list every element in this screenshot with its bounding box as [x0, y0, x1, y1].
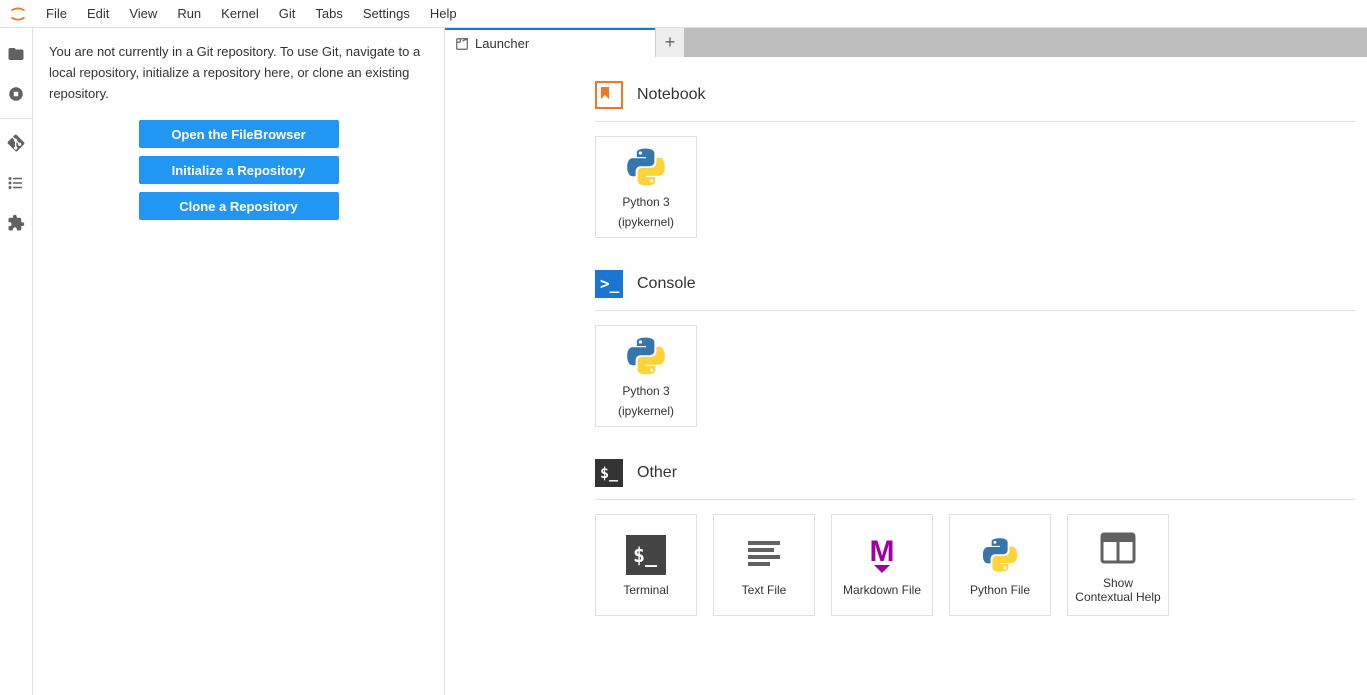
menu-tabs[interactable]: Tabs	[305, 2, 352, 25]
card-label: Text File	[742, 583, 787, 597]
python-icon	[978, 533, 1022, 577]
card-label: Python File	[970, 583, 1030, 597]
menubar: File Edit View Run Kernel Git Tabs Setti…	[0, 0, 1367, 28]
svg-text:>_: >_	[600, 274, 620, 293]
menu-run[interactable]: Run	[167, 2, 211, 25]
folder-icon[interactable]	[0, 34, 33, 74]
tab-bar: Launcher +	[445, 28, 1367, 57]
activity-separator	[0, 118, 33, 119]
git-icon[interactable]	[0, 123, 33, 163]
tab-launcher-label: Launcher	[475, 36, 529, 51]
section-other: $_ Other $_ Terminal	[595, 459, 1367, 616]
svg-text:$_: $_	[633, 543, 658, 567]
other-card-pythonfile[interactable]: Python File	[949, 514, 1051, 616]
menu-git[interactable]: Git	[269, 2, 306, 25]
other-section-title: Other	[637, 464, 677, 482]
console-section-icon: >_	[595, 270, 623, 298]
extensions-icon[interactable]	[0, 203, 33, 243]
init-repo-button[interactable]: Initialize a Repository	[139, 156, 339, 184]
tab-launcher[interactable]: Launcher	[445, 28, 655, 57]
card-sublabel: (ipykernel)	[618, 404, 674, 418]
menu-view[interactable]: View	[119, 2, 167, 25]
divider	[595, 121, 1355, 122]
notebook-card-python3[interactable]: Python 3 (ipykernel)	[595, 136, 697, 238]
launcher-tab-icon	[455, 37, 469, 51]
card-label: Python 3	[622, 195, 669, 209]
other-card-textfile[interactable]: Text File	[713, 514, 815, 616]
python-icon	[624, 334, 668, 378]
menu-help[interactable]: Help	[420, 2, 467, 25]
toc-icon[interactable]	[0, 163, 33, 203]
svg-text:M: M	[870, 535, 895, 568]
card-label: Show Contextual Help	[1074, 576, 1162, 605]
clone-repo-button[interactable]: Clone a Repository	[139, 192, 339, 220]
section-notebook: Notebook Python 3 (ipykernel)	[595, 81, 1367, 238]
git-panel: You are not currently in a Git repositor…	[33, 28, 445, 695]
svg-text:$_: $_	[600, 464, 619, 482]
menu-kernel[interactable]: Kernel	[211, 2, 269, 25]
menu-edit[interactable]: Edit	[77, 2, 119, 25]
menu-settings[interactable]: Settings	[353, 2, 420, 25]
textfile-icon	[742, 533, 786, 577]
section-console: >_ Console Python 3 (ipykernel)	[595, 270, 1367, 427]
other-card-terminal[interactable]: $_ Terminal	[595, 514, 697, 616]
console-card-python3[interactable]: Python 3 (ipykernel)	[595, 325, 697, 427]
menu-file[interactable]: File	[36, 2, 77, 25]
help-icon	[1096, 526, 1140, 570]
other-card-markdown[interactable]: M Markdown File	[831, 514, 933, 616]
card-label: Python 3	[622, 384, 669, 398]
jupyter-logo	[8, 4, 28, 24]
card-sublabel: (ipykernel)	[618, 215, 674, 229]
main-content: Launcher + Notebook	[445, 28, 1367, 695]
other-card-contextual-help[interactable]: Show Contextual Help	[1067, 514, 1169, 616]
activity-bar	[0, 28, 33, 695]
launcher: Notebook Python 3 (ipykernel)	[445, 57, 1367, 695]
other-section-icon: $_	[595, 459, 623, 487]
open-filebrowser-button[interactable]: Open the FileBrowser	[139, 120, 339, 148]
card-label: Markdown File	[843, 583, 921, 597]
divider	[595, 310, 1355, 311]
card-label: Terminal	[623, 583, 668, 597]
markdown-icon: M	[860, 533, 904, 577]
python-icon	[624, 145, 668, 189]
git-message: You are not currently in a Git repositor…	[49, 42, 428, 104]
divider	[595, 499, 1355, 500]
notebook-section-icon	[595, 81, 623, 109]
terminal-icon: $_	[624, 533, 668, 577]
new-tab-button[interactable]: +	[655, 28, 684, 57]
running-icon[interactable]	[0, 74, 33, 114]
console-section-title: Console	[637, 275, 696, 293]
notebook-section-title: Notebook	[637, 86, 706, 104]
